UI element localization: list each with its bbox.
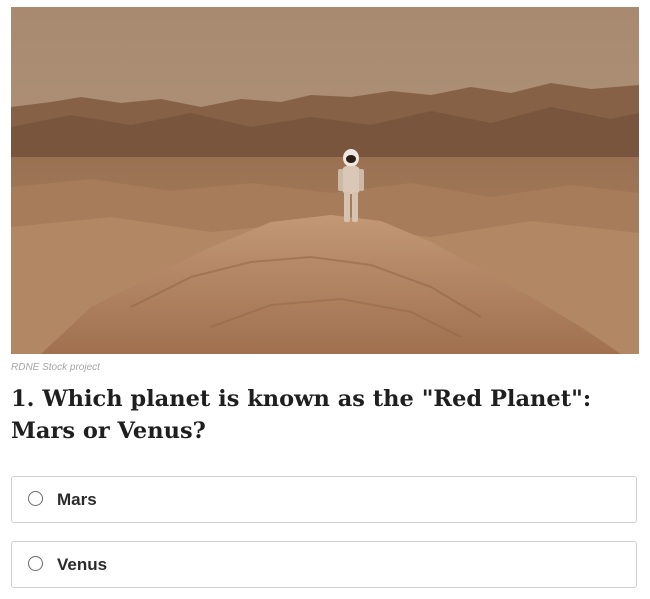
astronaut-desert-photo (11, 7, 639, 354)
option-venus[interactable]: Venus (11, 541, 637, 588)
option-label: Venus (57, 555, 108, 574)
question-title: 1. Which planet is known as the "Red Pla… (11, 386, 592, 444)
radio-button[interactable] (28, 491, 43, 506)
option-label: Mars (57, 490, 97, 509)
photo-credit: RDNE Stock project (11, 362, 100, 373)
option-mars[interactable]: Mars (11, 476, 637, 523)
radio-button[interactable] (28, 556, 43, 571)
